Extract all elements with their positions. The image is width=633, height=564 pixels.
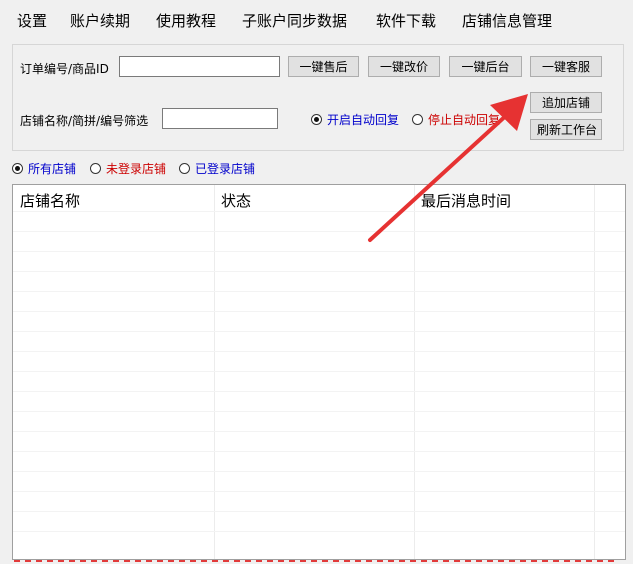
one-click-change-price-button[interactable]: 一键改价 [368,56,440,77]
menu-tutorial[interactable]: 使用教程 [156,10,216,32]
order-id-input[interactable] [119,56,280,77]
column-header-status[interactable]: 状态 [221,190,251,211]
one-click-backend-button[interactable]: 一键后台 [449,56,522,77]
row-divider [13,311,625,312]
row-divider [13,471,625,472]
column-header-last-message-time[interactable]: 最后消息时间 [421,190,511,211]
row-divider [13,231,625,232]
one-click-after-sale-button[interactable]: 一键售后 [288,56,359,77]
radio-unselected-icon [90,163,101,174]
menu-subaccount-sync[interactable]: 子账户同步数据 [242,10,347,32]
logged-shops-label: 已登录店铺 [195,162,256,176]
radio-unselected-icon [179,163,190,174]
row-divider [13,491,625,492]
shop-filter-label: 店铺名称/简拼/编号筛选 [20,114,149,128]
radio-selected-icon [311,114,322,125]
radio-logged-shops[interactable]: 已登录店铺 [179,160,255,177]
row-divider [13,251,625,252]
row-divider [13,431,625,432]
not-logged-shops-label: 未登录店铺 [106,162,167,176]
column-divider [594,185,595,559]
radio-all-shops[interactable]: 所有店铺 [12,160,76,177]
column-header-shop-name[interactable]: 店铺名称 [20,190,80,211]
filter-panel: 订单编号/商品ID 一键售后 一键改价 一键后台 一键客服 店铺名称/简拼/编号… [12,44,624,151]
radio-unselected-icon [412,114,423,125]
menu-account-renewal[interactable]: 账户续期 [70,10,130,32]
row-divider [13,371,625,372]
row-divider [13,451,625,452]
menu-shop-info-management[interactable]: 店铺信息管理 [462,10,552,32]
menu-software-download[interactable]: 软件下载 [376,10,436,32]
order-id-label: 订单编号/商品ID [20,62,109,76]
column-divider [214,185,215,559]
shop-filter-input[interactable] [162,108,278,129]
add-shop-button[interactable]: 追加店铺 [530,92,602,113]
stop-auto-reply-label: 停止自动回复 [428,113,501,127]
row-divider [13,211,625,212]
row-divider [13,291,625,292]
refresh-workspace-button[interactable]: 刷新工作台 [530,119,602,140]
row-divider [13,391,625,392]
menu-settings[interactable]: 设置 [17,10,47,32]
red-dashed-line [14,560,614,562]
row-divider [13,271,625,272]
row-divider [13,531,625,532]
radio-not-logged-shops[interactable]: 未登录店铺 [90,160,166,177]
all-shops-label: 所有店铺 [28,162,77,176]
row-divider [13,411,625,412]
radio-stop-auto-reply[interactable]: 停止自动回复 [412,111,500,128]
column-divider [414,185,415,559]
menu-bar: 设置 账户续期 使用教程 子账户同步数据 软件下载 店铺信息管理 [0,0,633,40]
start-auto-reply-label: 开启自动回复 [327,113,400,127]
shop-table[interactable]: 店铺名称 状态 最后消息时间 [12,184,626,560]
row-divider [13,331,625,332]
row-divider [13,351,625,352]
radio-selected-icon [12,163,23,174]
row-divider [13,511,625,512]
radio-start-auto-reply[interactable]: 开启自动回复 [311,111,399,128]
one-click-customer-service-button[interactable]: 一键客服 [530,56,602,77]
